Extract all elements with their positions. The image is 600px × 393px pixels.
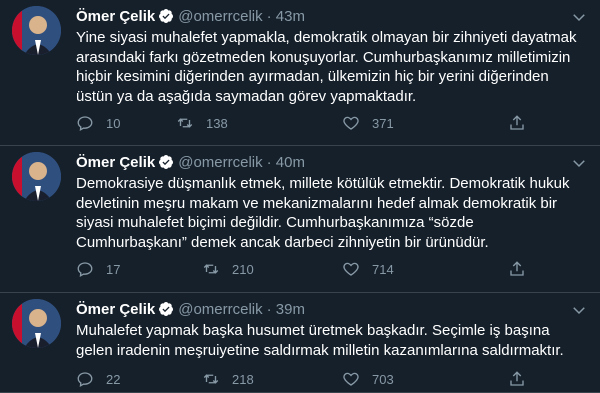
reply-count: 22 [106, 371, 121, 387]
like-button[interactable]: 714 [342, 259, 394, 279]
share-button[interactable] [508, 369, 526, 389]
tweet-header: Ömer Çelik @omerrcelik · 40m [76, 153, 305, 173]
avatar[interactable] [12, 6, 61, 55]
heart-icon [343, 116, 359, 130]
tweet-header: Ömer Çelik @omerrcelik · 43m [76, 7, 305, 27]
author-handle[interactable]: @omerrcelik [178, 301, 262, 318]
like-count: 371 [372, 115, 394, 131]
tweet-actions: 10 138 371 [76, 113, 546, 133]
tweet-card[interactable]: Ömer Çelik @omerrcelik · 43m Yine siyasi m… [0, 0, 600, 146]
author-name[interactable]: Ömer Çelik [76, 301, 155, 318]
tweet-time[interactable]: · 40m [267, 154, 305, 171]
tweet-card[interactable]: Ömer Çelik @omerrcelik · 40m Demokrasiye d… [0, 146, 600, 293]
heart-icon [343, 262, 359, 276]
retweet-button[interactable]: 210 [202, 259, 254, 279]
retweet-icon [203, 264, 219, 274]
verified-badge-icon [159, 155, 174, 169]
verified-badge-icon [159, 9, 174, 23]
avatar[interactable] [12, 299, 61, 348]
like-button[interactable]: 703 [342, 369, 394, 389]
author-handle[interactable]: @omerrcelik [178, 8, 262, 25]
reply-icon [77, 262, 93, 277]
tweet-text: Muhalefet yapmak başka husumet üretmek b… [76, 322, 564, 359]
author-handle[interactable]: @omerrcelik [178, 154, 262, 171]
author-name[interactable]: Ömer Çelik [76, 154, 155, 171]
verified-badge-icon [159, 302, 174, 316]
tweet-header: Ömer Çelik @omerrcelik · 39m [76, 300, 305, 320]
retweet-icon [177, 118, 193, 128]
tweet-text: Yine siyasi muhalefet yapmakla, demokrat… [76, 29, 577, 105]
share-icon [510, 371, 524, 386]
tweet-feed: Ömer Çelik @omerrcelik · 43m Yine siyasi m… [0, 0, 600, 393]
tweet-time[interactable]: · 43m [267, 8, 305, 25]
reply-count: 17 [106, 261, 121, 277]
chevron-down-icon[interactable] [570, 8, 588, 26]
retweet-count: 218 [232, 371, 254, 387]
reply-count: 10 [106, 115, 121, 131]
reply-button[interactable]: 10 [76, 113, 120, 133]
chevron-down-icon[interactable] [570, 301, 588, 319]
heart-icon [343, 372, 359, 386]
avatar[interactable] [12, 152, 61, 201]
tweet-time[interactable]: · 39m [267, 301, 305, 318]
like-count: 714 [372, 261, 394, 277]
reply-icon [77, 116, 93, 131]
share-button[interactable] [508, 259, 526, 279]
author-name[interactable]: Ömer Çelik [76, 8, 155, 25]
share-button[interactable] [508, 113, 526, 133]
chevron-down-icon[interactable] [570, 154, 588, 172]
retweet-icon [203, 374, 219, 384]
tweet-card[interactable]: Ömer Çelik @omerrcelik · 39m Muhalefet yap… [0, 293, 600, 393]
share-icon [510, 115, 524, 130]
reply-button[interactable]: 22 [76, 369, 120, 389]
share-icon [510, 261, 524, 276]
retweet-count: 138 [206, 115, 228, 131]
tweet-text: Demokrasiye düşmanlık etmek, millete köt… [76, 175, 570, 251]
retweet-button[interactable]: 218 [202, 369, 254, 389]
like-count: 703 [372, 371, 394, 387]
reply-button[interactable]: 17 [76, 259, 120, 279]
tweet-actions: 22 218 703 [76, 369, 546, 389]
reply-icon [77, 372, 93, 387]
tweet-actions: 17 210 714 [76, 259, 546, 279]
retweet-count: 210 [232, 261, 254, 277]
like-button[interactable]: 371 [342, 113, 394, 133]
retweet-button[interactable]: 138 [176, 113, 228, 133]
